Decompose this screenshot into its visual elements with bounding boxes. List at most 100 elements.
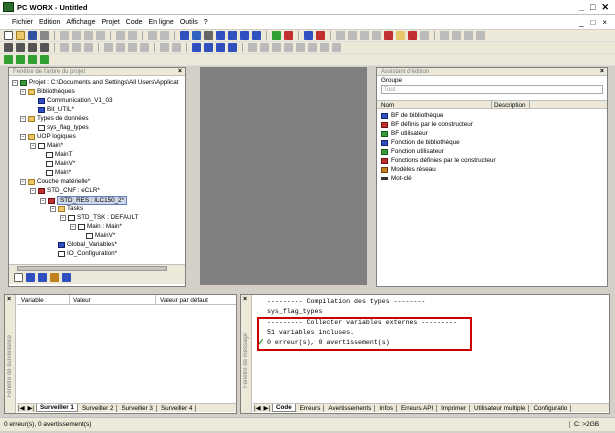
tab-configuration[interactable]: Configuratio (530, 405, 572, 412)
tab-nav-first-icon[interactable]: |◀ (17, 405, 25, 412)
project-view-tab-icon[interactable] (14, 273, 23, 282)
reset-icon[interactable] (408, 31, 417, 40)
cut-icon[interactable] (60, 31, 69, 40)
debug-icon[interactable] (316, 31, 325, 40)
tree-item-data-types[interactable]: − Types de données (20, 115, 88, 122)
open-folder-icon[interactable] (16, 31, 25, 40)
collapse-toggle-icon[interactable]: − (20, 115, 26, 122)
ladder-6-icon[interactable] (308, 43, 317, 52)
tree-item-logical-pous[interactable]: − UOP logiques (20, 133, 76, 140)
group-select[interactable]: Tout (381, 85, 603, 94)
project-view-icon[interactable] (16, 55, 25, 64)
view-2-icon[interactable] (204, 43, 213, 52)
tree-item-main-code[interactable]: Main* (46, 169, 71, 176)
io-view-icon[interactable] (28, 55, 37, 64)
collapse-toggle-icon[interactable]: − (70, 223, 76, 230)
tab-watch-4[interactable]: Surveiller 4 (158, 405, 197, 412)
ladder-5-icon[interactable] (296, 43, 305, 52)
message-window-icon[interactable] (216, 31, 225, 40)
collapse-toggle-icon[interactable]: − (60, 214, 66, 221)
mdi-close-button[interactable]: × (602, 18, 607, 27)
edit-wizard-icon[interactable] (4, 55, 13, 64)
menu-projet[interactable]: Projet (101, 19, 119, 26)
tree-item-project[interactable]: − Projet : C:\Documents and Settings\All… (12, 79, 178, 86)
tree-item-tasks[interactable]: − Tasks (50, 205, 83, 212)
collapse-toggle-icon[interactable]: − (40, 197, 46, 204)
cold-start-icon[interactable] (360, 31, 369, 40)
list-item[interactable]: Mot-clé (381, 175, 412, 182)
tree-item-hardware[interactable]: − Couche matérielle* (20, 178, 90, 185)
tree-item-mainv-instance[interactable]: MainV* (86, 232, 115, 239)
view-3-icon[interactable] (216, 43, 225, 52)
close-button[interactable]: ✕ (601, 2, 609, 13)
warm-start-icon[interactable] (372, 31, 381, 40)
menu-edition[interactable]: Edition (39, 19, 60, 26)
ladder-1-icon[interactable] (248, 43, 257, 52)
tree-item-main[interactable]: − Main* (30, 142, 63, 149)
library-icon[interactable] (240, 31, 249, 40)
tab-api-errors[interactable]: Erreurs API (398, 405, 438, 412)
tree-item-mainv[interactable]: MainV* (46, 160, 75, 167)
column-header-value[interactable]: Valeur (73, 297, 91, 304)
project-tree-close-button[interactable]: × (178, 68, 182, 75)
ladder-2-icon[interactable] (260, 43, 269, 52)
list-item[interactable]: BF utilisateur (381, 130, 428, 137)
mdi-minimize-button[interactable]: _ (579, 18, 583, 27)
list-item[interactable]: Fonction de bibliothèque (381, 139, 460, 146)
tab-warnings[interactable]: Avertissements (325, 405, 376, 412)
edit-assistant-close-button[interactable]: × (600, 68, 604, 75)
ladder-8-icon[interactable] (332, 43, 341, 52)
undo-icon[interactable] (116, 31, 125, 40)
replace-icon[interactable] (160, 31, 169, 40)
insert-variable-icon[interactable] (28, 43, 37, 52)
collapse-toggle-icon[interactable]: − (20, 88, 26, 95)
insert-contact-icon[interactable] (40, 43, 49, 52)
menu-fichier[interactable]: Fichier (12, 19, 33, 26)
hardware-view-tab-icon[interactable] (26, 273, 35, 282)
view-4-icon[interactable] (228, 43, 237, 52)
column-header-variable[interactable]: Variable (21, 297, 44, 304)
hot-start-icon[interactable] (384, 31, 393, 40)
tab-multi-user[interactable]: Utilisateur multiple (471, 405, 530, 412)
edit-icon[interactable] (4, 43, 13, 52)
tree-item-std-tsk[interactable]: − STD_TSK : DEFAULT (60, 214, 138, 221)
paste-icon[interactable] (84, 43, 93, 52)
monitor-icon[interactable] (476, 31, 485, 40)
maximize-button[interactable]: □ (590, 2, 595, 13)
redo-icon[interactable] (128, 31, 137, 40)
line-icon[interactable] (172, 43, 181, 52)
download-icon[interactable] (396, 31, 405, 40)
tab-watch-2[interactable]: Surveiller 2 (79, 405, 118, 412)
tab-print[interactable]: Imprimer (438, 405, 471, 412)
rebuild-icon[interactable] (284, 31, 293, 40)
project-tree-icon[interactable] (180, 31, 189, 40)
tree-item-std-cnf[interactable]: − STD_CNF : eCLR* (30, 187, 100, 194)
menu-outils[interactable]: Outils (180, 19, 198, 26)
tree-item-library-bit-util[interactable]: Bit_UTIL* (38, 106, 74, 113)
tree-horizontal-scrollbar[interactable] (9, 264, 185, 271)
watch-close-button[interactable]: × (7, 296, 11, 303)
bus-view-icon[interactable] (40, 55, 49, 64)
tools-icon[interactable] (420, 31, 429, 40)
stop-icon[interactable] (348, 31, 357, 40)
tab-errors[interactable]: Erreurs (297, 405, 325, 412)
ladder-3-icon[interactable] (272, 43, 281, 52)
menu-en-ligne[interactable]: En ligne (149, 19, 174, 26)
tab-watch-3[interactable]: Surveiller 3 (118, 405, 157, 412)
tree-item-library-communication[interactable]: Communication_V1_03 (38, 97, 112, 104)
align-bottom-icon[interactable] (140, 43, 149, 52)
tree-item-std-res[interactable]: − STD_RES : ILC150_2* (40, 196, 128, 205)
tab-nav-last-icon[interactable]: ▶| (262, 405, 270, 412)
tree-item-global-variables[interactable]: Global_Variables* (58, 241, 117, 248)
connect-icon[interactable] (160, 43, 169, 52)
tab-code[interactable]: Code (271, 404, 296, 412)
copy-icon[interactable] (72, 31, 81, 40)
step-over-icon[interactable] (452, 31, 461, 40)
column-header-name[interactable]: Nom (381, 102, 394, 109)
tab-infos[interactable]: Infos (376, 405, 397, 412)
window-icon[interactable] (192, 31, 201, 40)
column-header-default[interactable]: Valeur par défaut (160, 297, 208, 304)
align-left-icon[interactable] (104, 43, 113, 52)
step-icon[interactable] (440, 31, 449, 40)
ladder-4-icon[interactable] (284, 43, 293, 52)
